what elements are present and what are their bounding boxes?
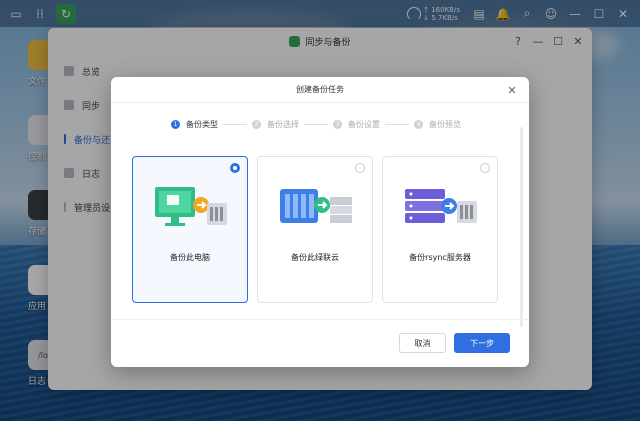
dialog-title: 创建备份任务 <box>111 77 529 103</box>
step-label: 备份类型 <box>186 120 218 129</box>
step-number: 3 <box>333 120 342 129</box>
create-backup-dialog: 创建备份任务 ✕ 1 备份类型 2 备份选择 3 备份设置 4 备份预览 备份此… <box>111 77 529 367</box>
card-backup-this-nas[interactable]: 备份此绿联云 <box>257 156 373 303</box>
dialog-footer: 取消 下一步 <box>111 319 529 367</box>
card-backup-this-pc[interactable]: 备份此电脑 <box>132 156 248 303</box>
step-label: 备份设置 <box>348 120 380 129</box>
step-number: 4 <box>414 120 423 129</box>
radio-selected[interactable] <box>230 163 240 173</box>
dialog-close-icon[interactable]: ✕ <box>505 83 519 97</box>
card-label: 备份rsync服务器 <box>409 253 471 262</box>
step-backup-type: 1 备份类型 <box>171 119 218 130</box>
radio-unselected[interactable] <box>480 163 490 173</box>
step-number: 1 <box>171 120 180 129</box>
step-backup-select: 2 备份选择 <box>252 119 299 130</box>
step-backup-settings: 3 备份设置 <box>333 119 380 130</box>
step-label: 备份选择 <box>267 120 299 129</box>
step-number: 2 <box>252 120 261 129</box>
step-backup-preview: 4 备份预览 <box>414 119 461 130</box>
step-connector <box>223 124 247 125</box>
step-connector <box>385 124 409 125</box>
stepper: 1 备份类型 2 备份选择 3 备份设置 4 备份预览 <box>171 119 461 130</box>
step-connector <box>304 124 328 125</box>
cancel-button[interactable]: 取消 <box>399 333 446 353</box>
card-label: 备份此电脑 <box>170 253 210 262</box>
next-step-button[interactable]: 下一步 <box>454 333 510 353</box>
card-backup-rsync-server[interactable]: 备份rsync服务器 <box>382 156 498 303</box>
step-label: 备份预览 <box>429 120 461 129</box>
dialog-scrollbar[interactable] <box>520 127 523 327</box>
rsync-server-backup-icon <box>405 189 477 223</box>
nas-backup-icon <box>280 189 352 223</box>
card-label: 备份此绿联云 <box>291 253 339 262</box>
pc-backup-icon <box>155 187 227 226</box>
radio-unselected[interactable] <box>355 163 365 173</box>
